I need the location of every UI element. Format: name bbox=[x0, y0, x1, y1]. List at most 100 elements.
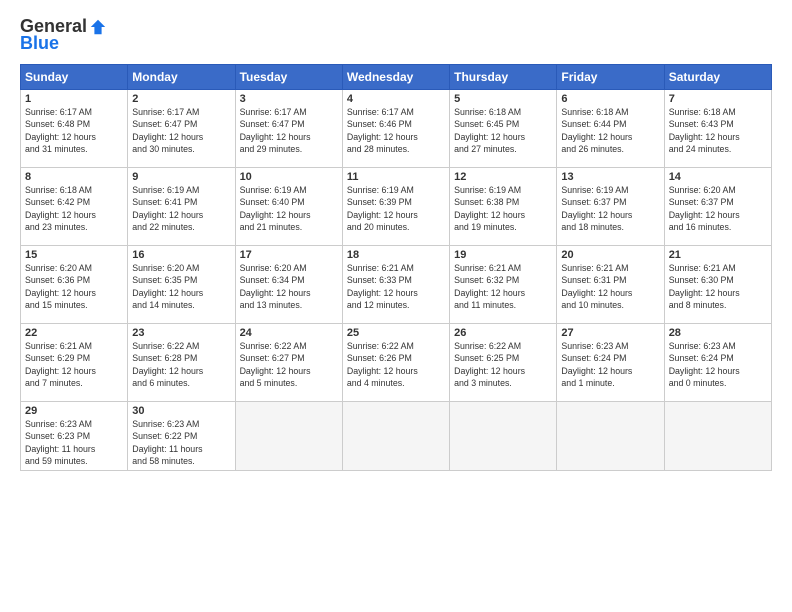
calendar-week-row: 15Sunrise: 6:20 AMSunset: 6:36 PMDayligh… bbox=[21, 246, 772, 324]
day-number: 26 bbox=[454, 327, 552, 339]
day-number: 30 bbox=[132, 405, 230, 417]
day-number: 19 bbox=[454, 249, 552, 261]
calendar-cell bbox=[235, 402, 342, 471]
calendar-cell: 20Sunrise: 6:21 AMSunset: 6:31 PMDayligh… bbox=[557, 246, 664, 324]
day-number: 5 bbox=[454, 93, 552, 105]
calendar-cell: 15Sunrise: 6:20 AMSunset: 6:36 PMDayligh… bbox=[21, 246, 128, 324]
day-info: Sunrise: 6:22 AMSunset: 6:25 PMDaylight:… bbox=[454, 340, 552, 389]
day-info: Sunrise: 6:20 AMSunset: 6:35 PMDaylight:… bbox=[132, 262, 230, 311]
day-number: 20 bbox=[561, 249, 659, 261]
calendar-cell: 25Sunrise: 6:22 AMSunset: 6:26 PMDayligh… bbox=[342, 324, 449, 402]
calendar-cell: 4Sunrise: 6:17 AMSunset: 6:46 PMDaylight… bbox=[342, 90, 449, 168]
calendar-cell: 7Sunrise: 6:18 AMSunset: 6:43 PMDaylight… bbox=[664, 90, 771, 168]
day-info: Sunrise: 6:21 AMSunset: 6:32 PMDaylight:… bbox=[454, 262, 552, 311]
calendar-cell: 24Sunrise: 6:22 AMSunset: 6:27 PMDayligh… bbox=[235, 324, 342, 402]
day-number: 25 bbox=[347, 327, 445, 339]
day-number: 4 bbox=[347, 93, 445, 105]
calendar-cell bbox=[342, 402, 449, 471]
day-info: Sunrise: 6:21 AMSunset: 6:30 PMDaylight:… bbox=[669, 262, 767, 311]
calendar-week-row: 1Sunrise: 6:17 AMSunset: 6:48 PMDaylight… bbox=[21, 90, 772, 168]
calendar-cell: 19Sunrise: 6:21 AMSunset: 6:32 PMDayligh… bbox=[450, 246, 557, 324]
page: General Blue SundayMondayTuesdayWednesda… bbox=[0, 0, 792, 612]
day-info: Sunrise: 6:21 AMSunset: 6:29 PMDaylight:… bbox=[25, 340, 123, 389]
calendar-cell: 3Sunrise: 6:17 AMSunset: 6:47 PMDaylight… bbox=[235, 90, 342, 168]
calendar-week-row: 22Sunrise: 6:21 AMSunset: 6:29 PMDayligh… bbox=[21, 324, 772, 402]
logo-icon bbox=[89, 18, 107, 36]
day-info: Sunrise: 6:17 AMSunset: 6:47 PMDaylight:… bbox=[132, 106, 230, 155]
day-number: 7 bbox=[669, 93, 767, 105]
day-number: 21 bbox=[669, 249, 767, 261]
calendar-table: SundayMondayTuesdayWednesdayThursdayFrid… bbox=[20, 64, 772, 471]
calendar-cell: 21Sunrise: 6:21 AMSunset: 6:30 PMDayligh… bbox=[664, 246, 771, 324]
day-number: 17 bbox=[240, 249, 338, 261]
calendar-week-row: 8Sunrise: 6:18 AMSunset: 6:42 PMDaylight… bbox=[21, 168, 772, 246]
day-number: 28 bbox=[669, 327, 767, 339]
calendar-cell: 11Sunrise: 6:19 AMSunset: 6:39 PMDayligh… bbox=[342, 168, 449, 246]
day-info: Sunrise: 6:23 AMSunset: 6:22 PMDaylight:… bbox=[132, 418, 230, 467]
day-info: Sunrise: 6:17 AMSunset: 6:46 PMDaylight:… bbox=[347, 106, 445, 155]
calendar-cell: 29Sunrise: 6:23 AMSunset: 6:23 PMDayligh… bbox=[21, 402, 128, 471]
day-number: 1 bbox=[25, 93, 123, 105]
day-info: Sunrise: 6:20 AMSunset: 6:36 PMDaylight:… bbox=[25, 262, 123, 311]
calendar-cell: 16Sunrise: 6:20 AMSunset: 6:35 PMDayligh… bbox=[128, 246, 235, 324]
day-number: 10 bbox=[240, 171, 338, 183]
day-info: Sunrise: 6:18 AMSunset: 6:45 PMDaylight:… bbox=[454, 106, 552, 155]
day-info: Sunrise: 6:23 AMSunset: 6:23 PMDaylight:… bbox=[25, 418, 123, 467]
day-info: Sunrise: 6:21 AMSunset: 6:33 PMDaylight:… bbox=[347, 262, 445, 311]
day-number: 24 bbox=[240, 327, 338, 339]
day-info: Sunrise: 6:17 AMSunset: 6:48 PMDaylight:… bbox=[25, 106, 123, 155]
day-info: Sunrise: 6:19 AMSunset: 6:40 PMDaylight:… bbox=[240, 184, 338, 233]
calendar-week-row: 29Sunrise: 6:23 AMSunset: 6:23 PMDayligh… bbox=[21, 402, 772, 471]
day-number: 29 bbox=[25, 405, 123, 417]
day-info: Sunrise: 6:22 AMSunset: 6:28 PMDaylight:… bbox=[132, 340, 230, 389]
calendar-cell: 12Sunrise: 6:19 AMSunset: 6:38 PMDayligh… bbox=[450, 168, 557, 246]
calendar-cell: 1Sunrise: 6:17 AMSunset: 6:48 PMDaylight… bbox=[21, 90, 128, 168]
calendar-cell: 9Sunrise: 6:19 AMSunset: 6:41 PMDaylight… bbox=[128, 168, 235, 246]
day-number: 8 bbox=[25, 171, 123, 183]
day-info: Sunrise: 6:18 AMSunset: 6:44 PMDaylight:… bbox=[561, 106, 659, 155]
logo: General Blue bbox=[20, 16, 107, 54]
day-number: 6 bbox=[561, 93, 659, 105]
calendar-cell bbox=[557, 402, 664, 471]
calendar-cell: 23Sunrise: 6:22 AMSunset: 6:28 PMDayligh… bbox=[128, 324, 235, 402]
calendar-cell: 30Sunrise: 6:23 AMSunset: 6:22 PMDayligh… bbox=[128, 402, 235, 471]
day-info: Sunrise: 6:19 AMSunset: 6:38 PMDaylight:… bbox=[454, 184, 552, 233]
day-info: Sunrise: 6:21 AMSunset: 6:31 PMDaylight:… bbox=[561, 262, 659, 311]
calendar-cell: 18Sunrise: 6:21 AMSunset: 6:33 PMDayligh… bbox=[342, 246, 449, 324]
calendar-cell: 5Sunrise: 6:18 AMSunset: 6:45 PMDaylight… bbox=[450, 90, 557, 168]
day-number: 16 bbox=[132, 249, 230, 261]
day-info: Sunrise: 6:23 AMSunset: 6:24 PMDaylight:… bbox=[669, 340, 767, 389]
header: General Blue bbox=[20, 16, 772, 54]
day-info: Sunrise: 6:19 AMSunset: 6:39 PMDaylight:… bbox=[347, 184, 445, 233]
day-number: 9 bbox=[132, 171, 230, 183]
day-number: 27 bbox=[561, 327, 659, 339]
day-number: 23 bbox=[132, 327, 230, 339]
day-number: 12 bbox=[454, 171, 552, 183]
col-header-wednesday: Wednesday bbox=[342, 65, 449, 90]
calendar-cell: 2Sunrise: 6:17 AMSunset: 6:47 PMDaylight… bbox=[128, 90, 235, 168]
day-number: 2 bbox=[132, 93, 230, 105]
col-header-tuesday: Tuesday bbox=[235, 65, 342, 90]
day-number: 14 bbox=[669, 171, 767, 183]
logo-blue-text: Blue bbox=[20, 33, 59, 54]
day-number: 15 bbox=[25, 249, 123, 261]
day-number: 18 bbox=[347, 249, 445, 261]
calendar-cell: 27Sunrise: 6:23 AMSunset: 6:24 PMDayligh… bbox=[557, 324, 664, 402]
col-header-thursday: Thursday bbox=[450, 65, 557, 90]
day-number: 3 bbox=[240, 93, 338, 105]
col-header-sunday: Sunday bbox=[21, 65, 128, 90]
day-info: Sunrise: 6:18 AMSunset: 6:42 PMDaylight:… bbox=[25, 184, 123, 233]
calendar-cell: 14Sunrise: 6:20 AMSunset: 6:37 PMDayligh… bbox=[664, 168, 771, 246]
calendar-cell: 17Sunrise: 6:20 AMSunset: 6:34 PMDayligh… bbox=[235, 246, 342, 324]
day-info: Sunrise: 6:20 AMSunset: 6:37 PMDaylight:… bbox=[669, 184, 767, 233]
calendar-cell: 22Sunrise: 6:21 AMSunset: 6:29 PMDayligh… bbox=[21, 324, 128, 402]
calendar-header-row: SundayMondayTuesdayWednesdayThursdayFrid… bbox=[21, 65, 772, 90]
calendar-cell: 13Sunrise: 6:19 AMSunset: 6:37 PMDayligh… bbox=[557, 168, 664, 246]
col-header-friday: Friday bbox=[557, 65, 664, 90]
calendar-cell bbox=[664, 402, 771, 471]
day-info: Sunrise: 6:23 AMSunset: 6:24 PMDaylight:… bbox=[561, 340, 659, 389]
day-info: Sunrise: 6:22 AMSunset: 6:27 PMDaylight:… bbox=[240, 340, 338, 389]
day-number: 22 bbox=[25, 327, 123, 339]
day-info: Sunrise: 6:19 AMSunset: 6:41 PMDaylight:… bbox=[132, 184, 230, 233]
calendar-cell bbox=[450, 402, 557, 471]
